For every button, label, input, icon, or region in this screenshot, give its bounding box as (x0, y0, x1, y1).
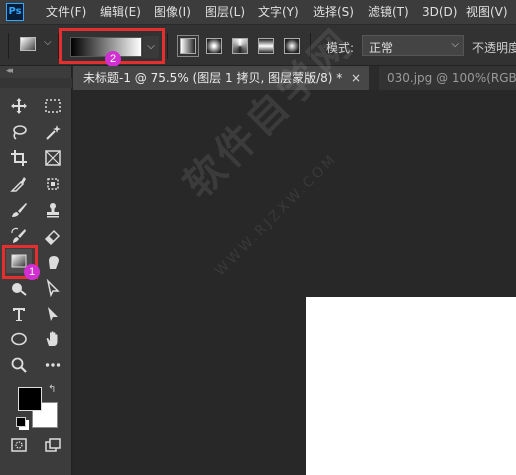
mode-label: 模式: (326, 41, 355, 55)
toolbox: ◂◂ 1 ↰ (0, 66, 72, 475)
collapse-panel-icon[interactable]: ◂◂ (6, 66, 13, 76)
tab-untitled-1[interactable]: 未标题-1 @ 75.5% (图层 1 拷贝, 图层蒙版/8) * × (73, 66, 369, 90)
menu-3d[interactable]: 3D(D) (422, 5, 457, 19)
menu-file[interactable]: 文件(F) (46, 5, 86, 19)
ellipse-icon[interactable] (6, 327, 32, 351)
eyedropper-icon[interactable] (6, 172, 32, 196)
stamp-icon[interactable] (40, 198, 66, 222)
crop-icon[interactable] (6, 146, 32, 170)
dodge-icon[interactable] (6, 276, 32, 300)
mode-value: 正常 (369, 41, 394, 55)
radial-gradient-icon[interactable] (206, 38, 222, 54)
menu-filter[interactable]: 滤镜(T) (368, 5, 409, 19)
document-canvas[interactable] (306, 297, 516, 475)
frame-icon[interactable] (40, 146, 66, 170)
marquee-icon[interactable] (40, 94, 66, 118)
close-icon[interactable]: × (351, 66, 361, 90)
opacity-label: 不透明度 (472, 41, 516, 55)
swap-colors-icon[interactable]: ↰ (48, 384, 56, 395)
chevron-down-icon: ⌵ (451, 39, 459, 50)
tab-label: 030.jpg @ 100%(RGB/8#) (387, 71, 516, 85)
options-grip (8, 33, 9, 59)
angle-gradient-icon[interactable] (232, 38, 248, 54)
chevron-down-icon[interactable]: ⌵ (44, 37, 52, 48)
brush-icon[interactable] (6, 198, 32, 222)
menu-bar: Ps 文件(F) 编辑(E) 图像(I) 图层(L) 文字(Y) 选择(S) 滤… (0, 0, 516, 24)
direct-select-icon[interactable] (40, 302, 66, 326)
screen-mode-icon[interactable] (40, 433, 66, 457)
tab-030-jpg[interactable]: 030.jpg @ 100%(RGB/8#) (379, 66, 516, 90)
patch-icon[interactable] (40, 172, 66, 196)
more-icon[interactable] (40, 353, 66, 377)
options-bar: ⌵ ⌵ 2 模式: 正常 ⌵ 不透明度 (0, 24, 516, 67)
annotation-badge-2: 2 (105, 51, 121, 67)
type-icon[interactable] (6, 302, 32, 326)
menu-select[interactable]: 选择(S) (313, 5, 354, 19)
hand-icon[interactable] (40, 327, 66, 351)
quick-mask-icon[interactable] (6, 433, 32, 457)
diamond-gradient-icon[interactable] (284, 38, 300, 54)
menu-type[interactable]: 文字(Y) (258, 5, 299, 19)
document-tab-bar: 未标题-1 @ 75.5% (图层 1 拷贝, 图层蒙版/8) * × 030.… (73, 66, 516, 90)
divider (310, 33, 311, 59)
zoom-icon[interactable] (6, 353, 32, 377)
foreground-color-swatch[interactable] (18, 387, 42, 411)
default-colors-icon[interactable] (16, 417, 26, 427)
menu-edit[interactable]: 编辑(E) (100, 5, 141, 19)
photoshop-logo: Ps (6, 3, 24, 21)
path-select-icon[interactable] (40, 276, 66, 300)
magic-wand-icon[interactable] (40, 120, 66, 144)
move-icon[interactable] (6, 94, 32, 118)
toolbox-grip[interactable] (0, 78, 72, 88)
tool-preset-icon[interactable] (20, 37, 36, 51)
smudge-icon[interactable] (40, 250, 66, 274)
reflected-gradient-icon[interactable] (258, 38, 274, 54)
menu-layer[interactable]: 图层(L) (205, 5, 245, 19)
lasso-icon[interactable] (6, 120, 32, 144)
menu-image[interactable]: 图像(I) (154, 5, 191, 19)
mode-select[interactable]: 正常 ⌵ (362, 35, 464, 56)
tab-label: 未标题-1 @ 75.5% (图层 1 拷贝, 图层蒙版/8) * (83, 71, 343, 85)
eraser-icon[interactable] (40, 224, 66, 248)
divider (167, 33, 168, 59)
menu-view[interactable]: 视图(V) (466, 5, 508, 19)
linear-gradient-icon[interactable] (177, 35, 199, 57)
